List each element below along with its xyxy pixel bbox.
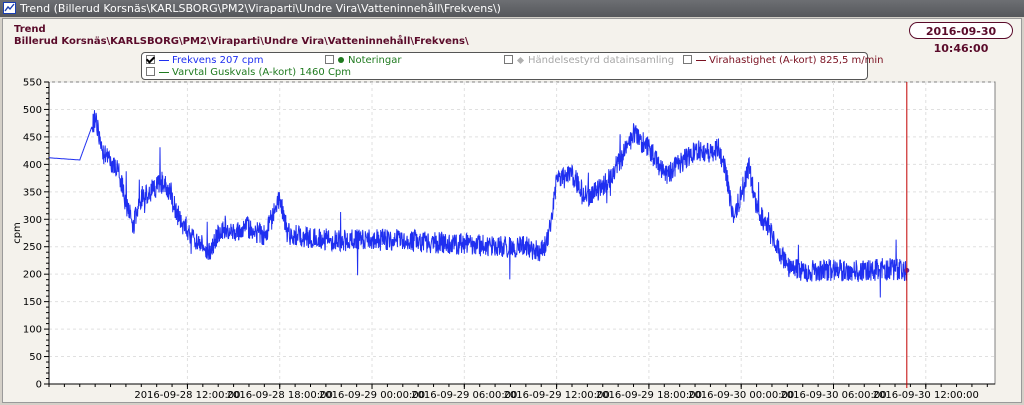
data-point bbox=[341, 240, 342, 241]
data-point bbox=[210, 252, 211, 253]
y-tick-label: 400 bbox=[23, 160, 42, 171]
data-point bbox=[494, 246, 495, 247]
data-point bbox=[648, 147, 649, 148]
data-point bbox=[133, 224, 134, 225]
data-point bbox=[771, 235, 772, 236]
data-point bbox=[218, 232, 219, 233]
data-point bbox=[864, 271, 865, 272]
data-point bbox=[710, 153, 711, 154]
y-tick-label: 250 bbox=[23, 242, 42, 253]
x-tick-label: 2016-09-29 06:00:00 bbox=[411, 390, 517, 401]
data-point bbox=[887, 268, 888, 269]
trend-chart[interactable]: 0 50 100 150 200 250 300 350 400 450 500 550 2016-0… bbox=[0, 0, 1024, 405]
data-point bbox=[571, 175, 572, 176]
data-point bbox=[694, 150, 695, 151]
x-tick-label: 2016-09-30 12:00:00 bbox=[873, 390, 979, 401]
data-point bbox=[664, 175, 665, 176]
data-point bbox=[587, 197, 588, 198]
data-point bbox=[141, 197, 142, 198]
x-tick-label: 2016-09-29 00:00:00 bbox=[319, 390, 425, 401]
data-point bbox=[725, 172, 726, 173]
y-tick-label: 350 bbox=[23, 187, 42, 198]
data-point bbox=[633, 134, 634, 135]
data-point bbox=[548, 235, 549, 236]
data-point bbox=[371, 240, 372, 241]
y-tick-label: 0 bbox=[36, 380, 42, 391]
data-point bbox=[802, 271, 803, 272]
data-point bbox=[733, 219, 734, 220]
data-point bbox=[541, 252, 542, 253]
x-tick-label: 2016-09-29 18:00:00 bbox=[596, 390, 702, 401]
y-axis-label: cpm bbox=[12, 222, 23, 244]
data-point bbox=[248, 227, 249, 228]
x-tick-label: 2016-09-30 00:00:00 bbox=[688, 390, 794, 401]
y-tick-label: 450 bbox=[23, 132, 42, 143]
data-point bbox=[164, 180, 165, 181]
data-point bbox=[125, 202, 126, 203]
data-point bbox=[79, 159, 80, 160]
data-point bbox=[48, 157, 49, 158]
data-point bbox=[402, 240, 403, 241]
data-point bbox=[525, 246, 526, 247]
data-point bbox=[310, 238, 311, 239]
y-tick-label: 50 bbox=[29, 352, 42, 363]
x-tick-label: 2016-09-28 12:00:00 bbox=[134, 390, 240, 401]
x-tick-label: 2016-09-28 18:00:00 bbox=[227, 390, 333, 401]
y-tick-label: 300 bbox=[23, 215, 42, 226]
data-point bbox=[602, 186, 603, 187]
y-tick-label: 550 bbox=[23, 78, 42, 89]
data-point bbox=[833, 269, 834, 270]
data-point bbox=[618, 164, 619, 165]
data-point bbox=[679, 164, 680, 165]
data-point bbox=[556, 180, 557, 181]
x-tick-label: 2016-09-29 12:00:00 bbox=[504, 390, 610, 401]
data-point bbox=[95, 117, 96, 118]
data-point bbox=[279, 199, 280, 200]
y-tick-label: 200 bbox=[23, 270, 42, 281]
y-tick-label: 150 bbox=[23, 297, 42, 308]
data-point bbox=[233, 230, 234, 231]
data-point bbox=[718, 147, 719, 148]
data-point bbox=[756, 208, 757, 209]
data-point bbox=[179, 219, 180, 220]
data-point bbox=[264, 235, 265, 236]
data-point bbox=[102, 153, 103, 154]
data-point bbox=[287, 232, 288, 233]
data-point bbox=[464, 243, 465, 244]
data-point bbox=[433, 242, 434, 243]
data-point bbox=[748, 167, 749, 168]
data-point bbox=[787, 265, 788, 266]
data-point bbox=[195, 241, 196, 242]
x-tick-label: 2016-09-30 06:00:00 bbox=[780, 390, 886, 401]
data-point bbox=[118, 169, 119, 170]
data-point bbox=[295, 235, 296, 236]
y-tick-label: 100 bbox=[23, 325, 42, 336]
data-point bbox=[225, 227, 226, 228]
y-tick-label: 500 bbox=[23, 105, 42, 116]
